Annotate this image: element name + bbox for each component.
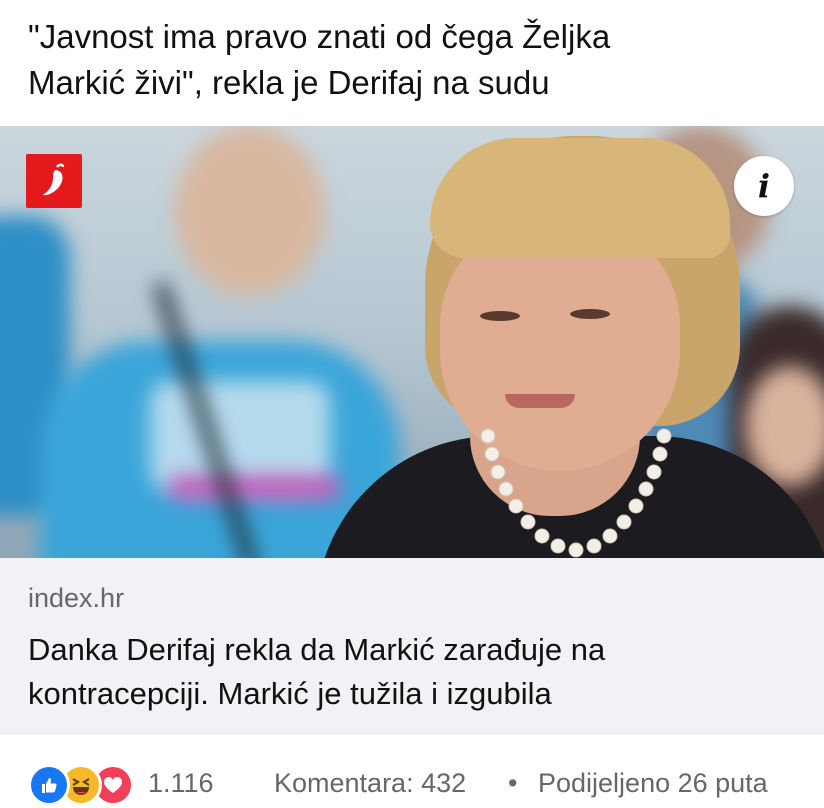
background-person xyxy=(175,126,325,296)
info-icon-label: i xyxy=(757,167,771,205)
link-title[interactable]: Danka Derifaj rekla da Markić zarađuje n… xyxy=(28,628,808,716)
subject-eye xyxy=(570,309,610,319)
comments-count[interactable]: Komentara: 432 xyxy=(274,768,466,799)
link-preview-image[interactable] xyxy=(0,126,824,558)
chili-pepper-icon xyxy=(43,163,65,196)
info-icon[interactable]: i xyxy=(734,156,794,216)
like-icon xyxy=(42,778,57,793)
background-shirt-logo xyxy=(150,381,330,491)
link-title-line-1: Danka Derifaj rekla da Markić zarađuje n… xyxy=(28,632,606,667)
subject-mouth xyxy=(505,394,575,408)
subject-hair xyxy=(430,138,730,258)
chili-pepper-icon xyxy=(26,154,82,208)
link-card[interactable]: index.hr Danka Derifaj rekla da Markić z… xyxy=(0,558,824,733)
reaction-count[interactable]: 1.116 xyxy=(148,768,214,799)
post-text: "Javnost ima pravo znati od čega Željka … xyxy=(28,14,808,106)
love-icon xyxy=(104,777,122,793)
haha-icon xyxy=(72,778,90,795)
post-text-line-1: "Javnost ima pravo znati od čega Željka xyxy=(28,18,611,55)
post-footer: 1.116 Komentara: 432 • Podijeljeno 26 pu… xyxy=(0,756,824,806)
background-shirt-logo xyxy=(170,476,340,500)
divider xyxy=(0,733,824,734)
separator-dot: • xyxy=(508,768,518,798)
shares-count[interactable]: Podijeljeno 26 puta xyxy=(538,768,768,799)
post-text-line-2: Markić živi", rekla je Derifaj na sudu xyxy=(28,64,550,101)
pearl-necklace xyxy=(480,428,672,558)
link-title-line-2: kontracepciji. Markić je tužila i izgubi… xyxy=(28,676,552,711)
link-domain: index.hr xyxy=(28,583,125,613)
subject-eye xyxy=(480,311,520,321)
